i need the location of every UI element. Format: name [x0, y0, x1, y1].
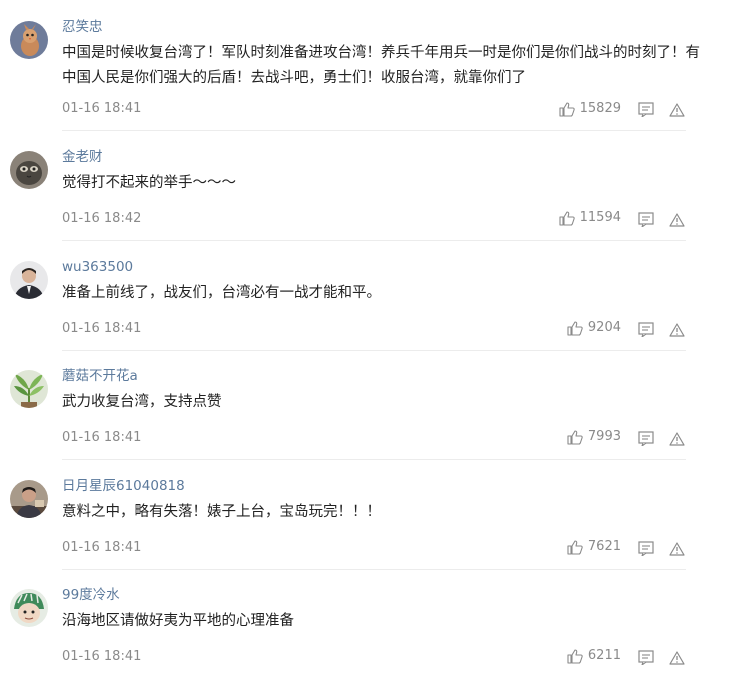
divider — [62, 350, 686, 351]
thumbs-up-icon — [567, 320, 583, 336]
username[interactable]: 蘑菇不开花a — [62, 367, 138, 385]
bird-avatar-icon[interactable] — [10, 21, 48, 59]
thumbs-up-icon — [567, 429, 583, 445]
reply-button[interactable] — [638, 541, 656, 557]
warning-icon — [669, 103, 687, 117]
report-button[interactable] — [669, 432, 687, 448]
username[interactable]: wu363500 — [62, 258, 133, 276]
comment-time: 01-16 18:41 — [62, 430, 142, 445]
like-button[interactable]: 7993 — [567, 429, 621, 445]
man-photo-avatar-icon[interactable] — [10, 480, 48, 518]
comment-icon — [638, 212, 656, 227]
like-count: 11594 — [579, 210, 621, 225]
comment-time: 01-16 18:41 — [62, 540, 142, 555]
like-button[interactable]: 11594 — [559, 210, 621, 226]
like-button[interactable]: 6211 — [567, 648, 621, 664]
thumbs-up-icon — [559, 101, 575, 117]
like-count: 7993 — [587, 429, 621, 444]
divider — [62, 240, 686, 241]
like-button[interactable]: 9204 — [567, 320, 621, 336]
thumbs-up-icon — [567, 648, 583, 664]
comment-time: 01-16 18:41 — [62, 321, 142, 336]
comment-icon — [638, 322, 656, 337]
warning-icon — [669, 651, 687, 665]
like-count: 7621 — [587, 539, 621, 554]
comment-text: 觉得打不起来的举手～～～ — [62, 175, 236, 191]
like-button[interactable]: 7621 — [567, 539, 621, 555]
report-button[interactable] — [669, 103, 687, 119]
comment-text: 意料之中，略有失落！婊子上台，宝岛玩完！！！ — [62, 504, 381, 520]
username[interactable]: 忍笑忠 — [62, 18, 103, 36]
like-count: 9204 — [587, 320, 621, 335]
comment-time: 01-16 18:41 — [62, 649, 142, 664]
thumbs-up-icon — [567, 539, 583, 555]
username[interactable]: 金老财 — [62, 148, 103, 166]
username[interactable]: 99度冷水 — [62, 586, 120, 604]
comment-icon — [638, 650, 656, 665]
warning-icon — [669, 432, 687, 446]
reply-button[interactable] — [638, 322, 656, 338]
comment-time: 01-16 18:42 — [62, 211, 142, 226]
comment-text: 中国是时候收复台湾了！军队时刻准备进攻台湾！养兵千年用兵一时是你们是你们战斗的时… — [62, 45, 700, 86]
reply-button[interactable] — [638, 431, 656, 447]
report-button[interactable] — [669, 213, 687, 229]
like-count: 15829 — [579, 101, 621, 116]
warning-icon — [669, 542, 687, 556]
suit-man-avatar-icon[interactable] — [10, 261, 48, 299]
cartoon-avatar-icon[interactable] — [10, 589, 48, 627]
reply-button[interactable] — [638, 102, 656, 118]
report-button[interactable] — [669, 542, 687, 558]
comment-text: 准备上前线了，战友们，台湾必有一战才能和平。 — [62, 285, 381, 301]
username[interactable]: 日月星辰61040818 — [62, 477, 185, 495]
like-count: 6211 — [587, 648, 621, 663]
comment-text: 沿海地区请做好夷为平地的心理准备 — [62, 613, 294, 629]
reply-button[interactable] — [638, 650, 656, 666]
divider — [62, 459, 686, 460]
comment-text: 武力收复台湾，支持点赞 — [62, 394, 222, 410]
report-button[interactable] — [669, 323, 687, 339]
thumbs-up-icon — [559, 210, 575, 226]
comment-icon — [638, 431, 656, 446]
divider — [62, 569, 686, 570]
report-button[interactable] — [669, 651, 687, 667]
comment-time: 01-16 18:41 — [62, 101, 142, 116]
cat-avatar-icon[interactable] — [10, 151, 48, 189]
plant-avatar-icon[interactable] — [10, 370, 48, 408]
warning-icon — [669, 323, 687, 337]
reply-button[interactable] — [638, 212, 656, 228]
comment-icon — [638, 102, 656, 117]
divider — [62, 130, 686, 131]
warning-icon — [669, 213, 687, 227]
comment-icon — [638, 541, 656, 556]
like-button[interactable]: 15829 — [559, 101, 621, 117]
